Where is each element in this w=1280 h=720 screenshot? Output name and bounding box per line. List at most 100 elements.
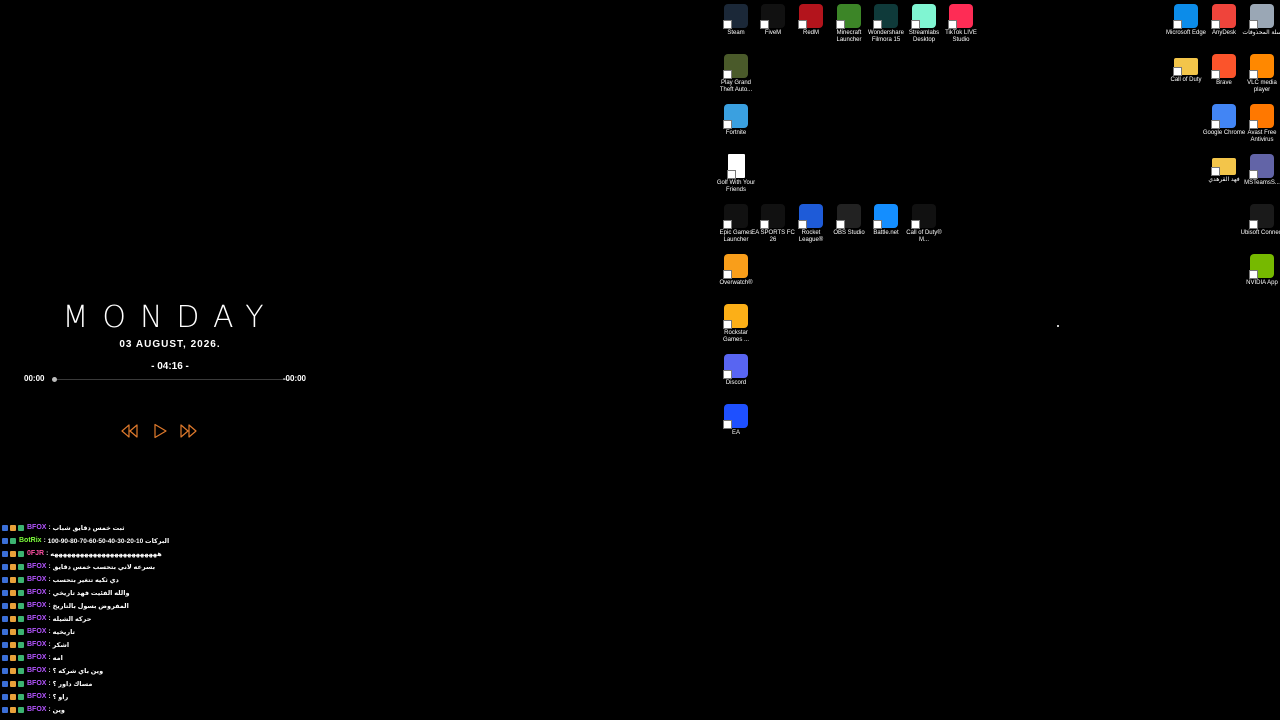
obs-icon: [836, 204, 861, 229]
chat-badge-icon: [18, 706, 24, 713]
desktop-shortcut-label: EA: [731, 430, 740, 436]
desktop-shortcut[interactable]: Overwatch®: [716, 254, 756, 302]
desktop-shortcut[interactable]: Play Grand Theft Auto...: [716, 54, 756, 102]
chat-badge-icon: [10, 680, 16, 687]
chat-badge-icon: [10, 589, 16, 596]
desktop-shortcut[interactable]: Rockstar Games ...: [716, 304, 756, 352]
shortcut-arrow-icon: [873, 220, 882, 229]
desktop-shortcut-label: Play Grand Theft Auto...: [719, 80, 753, 93]
fast-forward-button[interactable]: [179, 423, 197, 439]
chat-separator: :: [48, 641, 51, 648]
redm-icon: [798, 4, 823, 29]
chrome-icon: [1211, 104, 1236, 129]
desktop-shortcut[interactable]: MSTeamsS...: [1242, 154, 1280, 202]
streamlabs-icon: [911, 4, 936, 29]
chat-username: BotRix: [19, 537, 42, 544]
desktop-shortcut[interactable]: فهد القرهدي: [1204, 154, 1244, 202]
desktop-shortcut[interactable]: Call of Duty: [1166, 54, 1206, 102]
chat-badge-icon: [2, 641, 8, 648]
chat-separator: :: [48, 667, 51, 674]
desktop-shortcut[interactable]: Streamlabs Desktop: [904, 4, 944, 52]
desktop-shortcut[interactable]: Wondershare Filmora 15: [866, 4, 906, 52]
desktop-shortcut[interactable]: Battle.net: [866, 204, 906, 252]
shortcut-arrow-icon: [1249, 20, 1258, 29]
shortcut-arrow-icon: [1173, 67, 1182, 76]
chat-message: BFOX: وين باي شركه ؟: [2, 664, 302, 677]
desktop-shortcut-label: Golf With Your Friends: [716, 180, 756, 193]
chat-text: ثبت خمس دقايق شباب: [52, 524, 125, 532]
rewind-button[interactable]: [121, 423, 139, 439]
fast-forward-icon: [180, 424, 197, 438]
rocket-league-icon: [798, 204, 823, 229]
chat-separator: :: [48, 563, 51, 570]
chat-message: BFOX: مساك داور ؟: [2, 677, 302, 690]
chat-separator: :: [48, 706, 51, 713]
desktop-shortcut[interactable]: Ubisoft Connect: [1241, 204, 1280, 252]
ea-icon: [723, 404, 748, 429]
desktop-shortcut[interactable]: Rocket League®: [791, 204, 831, 252]
desktop-shortcut[interactable]: Discord: [716, 354, 756, 402]
chat-text: وين باي شركه ؟: [52, 667, 104, 675]
desktop-shortcut[interactable]: Google Chrome: [1203, 104, 1245, 152]
desktop-shortcut[interactable]: Epic Games Launcher: [716, 204, 756, 252]
shortcut-arrow-icon: [948, 20, 957, 29]
desktop-shortcut[interactable]: EA SPORTS FC 26: [751, 204, 795, 252]
chat-username: BFOX: [27, 576, 47, 583]
desktop-shortcut[interactable]: VLC media player: [1242, 54, 1280, 102]
chat-text: هههههههههههههههههههههههههه: [50, 550, 162, 558]
desktop-shortcut[interactable]: Brave: [1204, 54, 1244, 102]
folder-icon: [1173, 58, 1198, 76]
chat-text: دي ثكيه تتغير بتحسب: [52, 576, 119, 584]
desktop-shortcut[interactable]: RedM: [791, 4, 831, 52]
desktop-shortcut-label: VLC media player: [1247, 80, 1277, 93]
chat-message: BFOX: دي ثكيه تتغير بتحسب: [2, 573, 302, 586]
fortnite-icon: [723, 104, 748, 129]
desktop-shortcut[interactable]: Golf With Your Friends: [716, 154, 756, 202]
anydesk-icon: [1211, 4, 1236, 29]
desktop-shortcut[interactable]: Steam: [716, 4, 756, 52]
chat-separator: :: [43, 537, 46, 544]
desktop-shortcut-label: NVIDIA App: [1246, 280, 1278, 286]
desktop-shortcut-label: Avast Free Antivirus: [1247, 130, 1277, 143]
desktop-shortcut[interactable]: EA: [716, 404, 756, 452]
shortcut-arrow-icon: [723, 70, 732, 79]
media-controls: [121, 423, 201, 439]
filmora-icon: [873, 4, 898, 29]
chat-badge-icon: [18, 589, 24, 596]
shortcut-arrow-icon: [1211, 70, 1220, 79]
desktop-shortcut[interactable]: Microsoft Edge: [1166, 4, 1206, 52]
folder-icon: [1211, 158, 1236, 176]
seek-bar[interactable]: [52, 377, 292, 382]
desktop-shortcut[interactable]: سلة المحذوفات: [1242, 4, 1280, 52]
desktop-shortcut[interactable]: Call of Duty® M...: [904, 204, 944, 252]
chat-text: والله الفئيت فهد تاريخي: [52, 589, 130, 597]
desktop-shortcut-label: Fortnite: [725, 130, 747, 136]
chat-text: البركات 10-20-30-40-50-60-70-80-90-100: [47, 537, 170, 545]
desktop-shortcut[interactable]: TikTok LIVE Studio: [941, 4, 981, 52]
desktop-shortcut-label: Call of Duty® M...: [906, 230, 942, 243]
weekday-label: MONDAY: [62, 300, 278, 335]
chat-username: BFOX: [27, 654, 47, 661]
chat-badge-icon: [2, 602, 8, 609]
seek-thumb[interactable]: [52, 377, 57, 382]
desktop-shortcut[interactable]: Minecraft Launcher: [829, 4, 869, 52]
discord-icon: [723, 354, 748, 379]
shortcut-arrow-icon: [723, 120, 732, 129]
shortcut-arrow-icon: [723, 220, 732, 229]
rewind-icon: [121, 424, 138, 438]
avast-icon: [1249, 104, 1274, 129]
chat-text: وين: [52, 706, 65, 714]
desktop-shortcut[interactable]: AnyDesk: [1204, 4, 1244, 52]
desktop-shortcut[interactable]: Avast Free Antivirus: [1242, 104, 1280, 152]
chat-username: 0FJR: [27, 550, 45, 557]
chat-text: تاريخيه: [52, 628, 75, 636]
desktop-shortcut[interactable]: Fortnite: [716, 104, 756, 152]
desktop-shortcut[interactable]: NVIDIA App: [1242, 254, 1280, 302]
play-button[interactable]: [151, 423, 169, 439]
chat-username: BFOX: [27, 589, 47, 596]
chat-badge-icon: [18, 641, 24, 648]
desktop-shortcut[interactable]: OBS Studio: [829, 204, 869, 252]
chat-badge-icon: [10, 693, 16, 700]
tiktok-icon: [948, 4, 973, 29]
desktop-shortcut[interactable]: FiveM: [753, 4, 793, 52]
